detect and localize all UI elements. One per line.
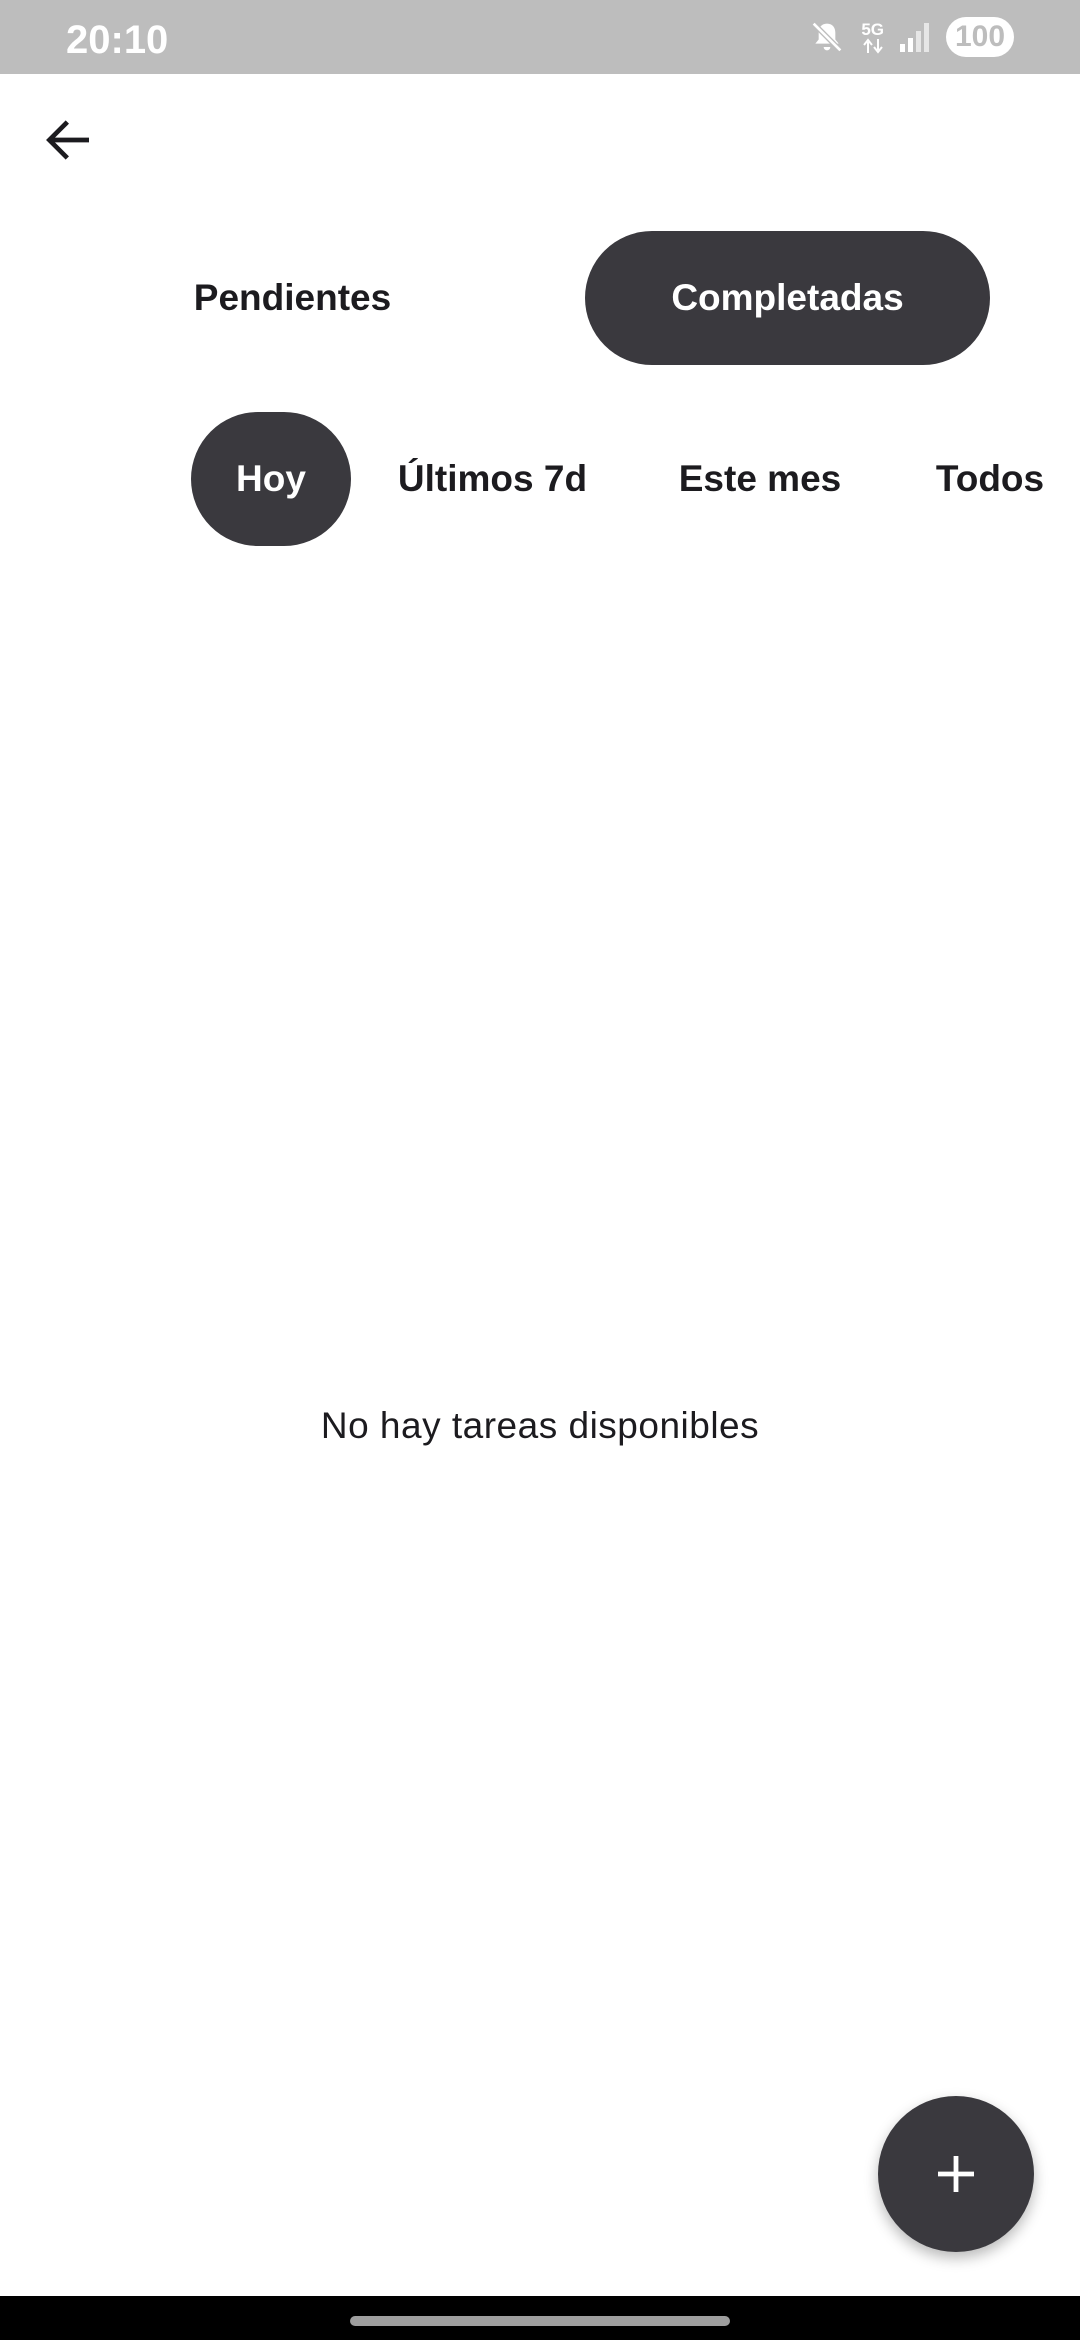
- battery-icon: 100: [946, 17, 1014, 57]
- screen: 20:10 5G 100 Pendientes Completadas Hoy …: [0, 0, 1080, 2340]
- filter-ultimos-7d-label: Últimos 7d: [397, 458, 588, 499]
- signal-icon: [898, 20, 932, 54]
- back-button[interactable]: [28, 100, 108, 180]
- tab-completadas[interactable]: Completadas: [585, 231, 990, 365]
- plus-icon: [938, 2156, 974, 2192]
- network-type: 5G: [861, 19, 884, 39]
- filter-ultimos-7d[interactable]: Últimos 7d: [380, 412, 605, 546]
- tab-pendientes[interactable]: Pendientes: [150, 231, 435, 365]
- add-task-button[interactable]: [878, 2096, 1034, 2252]
- filter-este-mes[interactable]: Este mes: [660, 412, 860, 546]
- filter-todos-label: Todos: [935, 458, 1045, 499]
- tab-pendientes-label: Pendientes: [193, 277, 392, 318]
- filter-este-mes-label: Este mes: [678, 458, 842, 499]
- data-arrows-icon: 5G: [861, 21, 884, 54]
- filter-hoy[interactable]: Hoy: [191, 412, 351, 546]
- status-time: 20:10: [66, 18, 169, 62]
- status-bar: 20:10 5G 100: [0, 0, 1080, 74]
- tab-completadas-label: Completadas: [671, 277, 904, 318]
- filter-hoy-label: Hoy: [236, 458, 306, 499]
- home-gesture-handle[interactable]: [350, 2316, 730, 2326]
- status-icons: 5G 100: [807, 0, 1014, 74]
- filter-todos[interactable]: Todos: [920, 412, 1060, 546]
- mute-icon: [807, 17, 847, 57]
- arrow-left-icon: [46, 120, 89, 160]
- empty-state-message: No hay tareas disponibles: [320, 1405, 760, 1446]
- battery-level: 100: [954, 20, 1006, 53]
